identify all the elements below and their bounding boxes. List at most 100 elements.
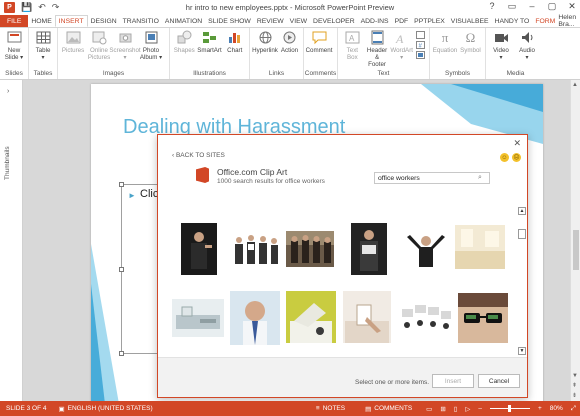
tab-pptplex[interactable]: PPTPLEX [411, 15, 448, 27]
result-image[interactable] [343, 291, 391, 343]
result-image[interactable] [351, 223, 387, 275]
thumbnails-pane[interactable]: › Thumbnails [0, 80, 23, 401]
result-image[interactable] [458, 293, 508, 343]
tab-transitions[interactable]: TRANSITIO [120, 15, 162, 27]
redo-icon[interactable]: ↷ [52, 2, 60, 13]
scroll-up-icon[interactable]: ▲ [572, 82, 578, 88]
date-time-icon[interactable] [416, 31, 426, 39]
slide-sorter-icon[interactable]: ⊞ [440, 405, 445, 413]
tab-slide-show[interactable]: SLIDE SHOW [205, 15, 254, 27]
resize-handle[interactable] [119, 351, 124, 356]
comments-button[interactable]: ▤ COMMENTS [359, 405, 418, 413]
result-image[interactable] [172, 299, 224, 337]
audio-button[interactable]: Audio ▾ [515, 30, 539, 61]
undo-icon[interactable]: ↶ [38, 2, 46, 13]
hyperlink-button[interactable]: Hyperlink [252, 30, 278, 54]
window-controls: ? ▭ – ▢ ✕ [486, 1, 578, 12]
cancel-button[interactable]: Cancel [478, 374, 520, 388]
slide-show-icon[interactable]: ▷ [465, 405, 470, 413]
smile-feedback-icon[interactable]: ☺ [500, 153, 509, 162]
search-icon[interactable]: ⌕ [478, 174, 482, 182]
tab-file[interactable]: FILE [0, 15, 29, 27]
results-scroll-thumb[interactable] [518, 229, 526, 239]
comment-button[interactable]: Comment [306, 30, 332, 54]
results-scrollbar[interactable]: ▲ ▼ [517, 207, 527, 355]
minimize-button[interactable]: – [526, 1, 538, 12]
reading-view-icon[interactable]: ▯ [454, 405, 458, 413]
normal-view-icon[interactable]: ▭ [426, 405, 432, 413]
text-box-button[interactable]: A Text Box [341, 30, 364, 61]
maximize-button[interactable]: ▢ [546, 1, 558, 12]
result-image[interactable] [230, 291, 280, 345]
zoom-out-icon[interactable]: – [478, 405, 482, 412]
tab-home[interactable]: HOME [28, 15, 54, 27]
tab-animations[interactable]: ANIMATION [162, 15, 205, 27]
tab-review[interactable]: REVIEW [254, 15, 287, 27]
object-icon[interactable] [416, 51, 426, 59]
slide-number-icon[interactable]: # [416, 41, 426, 50]
fit-to-window-icon[interactable]: ⤢ [571, 405, 576, 413]
ribbon-display-button[interactable]: ▭ [506, 1, 518, 12]
help-button[interactable]: ? [486, 1, 498, 12]
close-window-button[interactable]: ✕ [566, 1, 578, 12]
result-image[interactable] [455, 225, 505, 269]
video-button[interactable]: Video ▾ [489, 30, 513, 61]
result-image[interactable] [401, 229, 451, 269]
chart-button[interactable]: Chart [224, 30, 247, 54]
table-button[interactable]: Table ▾ [32, 30, 54, 61]
result-image[interactable] [231, 230, 281, 268]
user-account[interactable]: Helen Bra... [558, 14, 580, 28]
tab-visualbee[interactable]: VISUALBEE [448, 15, 492, 27]
scroll-down-icon[interactable]: ▼ [572, 373, 578, 379]
tab-form[interactable]: FORM [532, 15, 558, 27]
back-to-sites-link[interactable]: ‹ BACK TO SITES [172, 152, 225, 159]
shapes-button[interactable]: Shapes [173, 30, 196, 54]
result-image[interactable] [286, 231, 334, 267]
close-dialog-icon[interactable]: ✕ [513, 138, 521, 149]
tab-add-ins[interactable]: ADD-INS [358, 15, 392, 27]
expand-thumbnails-icon[interactable]: › [7, 88, 9, 95]
zoom-slider[interactable] [489, 405, 530, 412]
pictures-button[interactable]: Pictures [61, 30, 85, 54]
smartart-button[interactable]: SmartArt [197, 30, 222, 54]
tab-view[interactable]: VIEW [287, 15, 310, 27]
result-image[interactable] [286, 291, 336, 343]
photo-album-button[interactable]: Photo Album ▾ [139, 30, 163, 61]
equation-button[interactable]: π Equation [433, 30, 457, 55]
zoom-in-icon[interactable]: + [538, 405, 542, 412]
tab-handy-tools[interactable]: HANDY TO [492, 15, 533, 27]
tab-pdf[interactable]: PDF [392, 15, 412, 27]
symbol-button[interactable]: Ω Symbol [459, 30, 482, 55]
notes-label: NOTES [322, 405, 346, 412]
screenshot-button[interactable]: Screenshot ▾ [109, 30, 141, 61]
search-input[interactable] [378, 174, 478, 182]
language-indicator[interactable]: ▣ ENGLISH (UNITED STATES) [52, 405, 158, 413]
placeholder-text[interactable]: Clic [140, 188, 158, 200]
online-pictures-button[interactable]: Online Pictures [87, 30, 111, 61]
tab-design[interactable]: DESIGN [88, 15, 120, 27]
tab-developer[interactable]: DEVELOPER [310, 15, 358, 27]
next-slide-icon[interactable]: ⇟ [572, 392, 577, 399]
header-footer-button[interactable]: Header & Footer [366, 30, 389, 68]
frown-feedback-icon[interactable]: ☹ [512, 153, 521, 162]
tab-insert[interactable]: INSERT [54, 15, 88, 27]
result-image[interactable] [399, 299, 453, 337]
notes-button[interactable]: ≡ NOTES [310, 405, 351, 412]
scrollbar-thumb[interactable] [573, 230, 579, 270]
results-scroll-up-icon[interactable]: ▲ [518, 207, 526, 215]
new-slide-button[interactable]: New Slide ▾ [3, 30, 25, 61]
clipart-search-box[interactable]: ⌕ [374, 172, 490, 184]
resize-handle[interactable] [119, 267, 124, 272]
results-scroll-down-icon[interactable]: ▼ [518, 347, 526, 355]
powerpoint-app-icon[interactable]: P [4, 2, 15, 13]
action-button[interactable]: Action [279, 30, 300, 54]
insert-button[interactable]: Insert [432, 374, 474, 388]
zoom-level[interactable]: 80% [550, 405, 563, 412]
editor-scrollbar[interactable]: ▲ ▼ ⇞ ⇟ [570, 80, 580, 401]
zoom-slider-thumb[interactable] [507, 405, 511, 412]
save-icon[interactable]: 💾 [21, 2, 32, 13]
result-image[interactable] [181, 223, 217, 275]
resize-handle[interactable] [119, 182, 124, 187]
previous-slide-icon[interactable]: ⇞ [572, 382, 577, 389]
wordart-button[interactable]: A WordArt ▾ [390, 30, 413, 61]
